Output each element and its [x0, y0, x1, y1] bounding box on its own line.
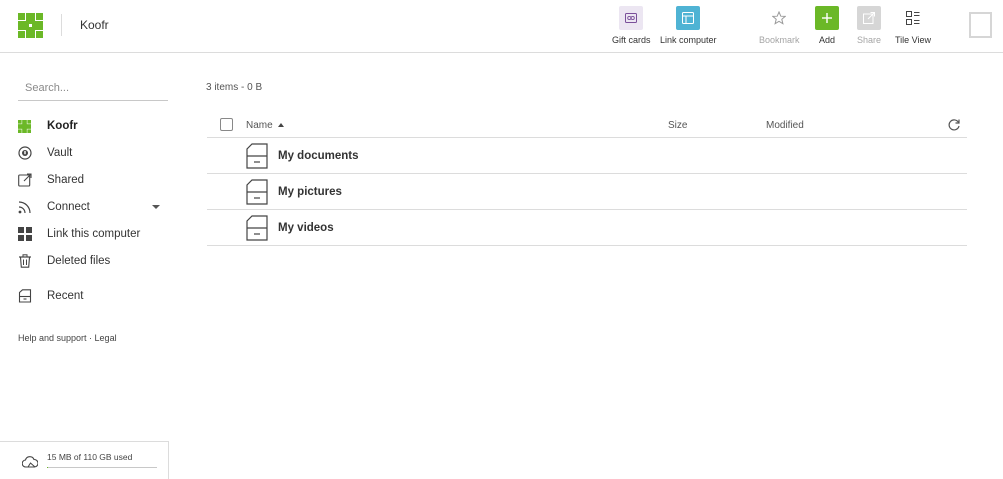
- column-name-label: Name: [246, 120, 273, 131]
- file-name[interactable]: My pictures: [278, 186, 342, 198]
- computer-icon: [676, 6, 701, 30]
- sort-ascending-icon: [277, 123, 284, 128]
- sidebar-item-link-this-computer[interactable]: Link this computer: [18, 223, 168, 245]
- plus-icon: [815, 6, 839, 30]
- share-label: Share: [857, 35, 882, 45]
- share-icon: [857, 6, 882, 30]
- sidebar-item-label: Vault: [47, 147, 73, 159]
- koofr-logo-icon: [18, 115, 40, 137]
- file-list: Name Size Modified My documents My pictu…: [207, 113, 967, 246]
- column-name[interactable]: Name: [246, 120, 284, 131]
- help-and-support-link[interactable]: Help and support: [18, 333, 87, 343]
- koofr-logo-icon[interactable]: [18, 13, 43, 38]
- storage-progress-bar: [47, 467, 157, 468]
- gift-cards-label: Gift cards: [612, 35, 651, 45]
- header-divider: [61, 14, 62, 36]
- refresh-icon[interactable]: [947, 118, 961, 132]
- folder-icon: [246, 215, 268, 241]
- file-list-header: Name Size Modified: [207, 113, 967, 138]
- add-label: Add: [818, 35, 835, 45]
- tile-view-icon: [901, 6, 925, 30]
- sidebar-item-koofr[interactable]: Koofr: [18, 115, 168, 137]
- storage-progress-fill: [47, 467, 48, 468]
- sidebar-item-label: Recent: [47, 290, 84, 302]
- tile-view-label: Tile View: [895, 35, 932, 45]
- help-links: Help and support · Legal: [18, 333, 117, 343]
- link-separator: ·: [86, 333, 95, 343]
- link-computer-label: Link computer: [660, 35, 717, 45]
- sidebar-item-vault[interactable]: Vault: [18, 142, 168, 164]
- tile-view-button[interactable]: Tile View: [895, 6, 931, 50]
- search-input[interactable]: [18, 76, 168, 101]
- sidebar-item-label: Connect: [47, 201, 90, 213]
- sidebar-item-connect[interactable]: Connect: [18, 196, 168, 218]
- sidebar-item-label: Shared: [47, 174, 85, 186]
- rss-icon: [18, 196, 40, 218]
- cloud-icon: [22, 456, 38, 468]
- add-button[interactable]: Add: [815, 6, 839, 50]
- bookmark-label: Bookmark: [759, 35, 800, 45]
- file-name[interactable]: My videos: [278, 222, 334, 234]
- sidebar-item-label: Deleted files: [47, 255, 111, 267]
- sidebar-item-recent[interactable]: Recent: [18, 285, 168, 307]
- items-summary: 3 items - 0 B: [206, 82, 263, 93]
- table-row[interactable]: My pictures: [207, 174, 967, 210]
- folder-icon: [246, 143, 268, 169]
- storage-text: 15 MB of 110 GB used: [47, 452, 133, 462]
- avatar[interactable]: [969, 12, 992, 38]
- sidebar-item-label: Koofr: [47, 120, 78, 132]
- top-bar: Koofr Gift cards Link computer Bookmark …: [0, 0, 1003, 53]
- column-size[interactable]: Size: [668, 120, 687, 131]
- table-row[interactable]: My documents: [207, 138, 967, 174]
- legal-link[interactable]: Legal: [95, 333, 117, 343]
- grid-icon: [18, 223, 40, 245]
- column-modified[interactable]: Modified: [766, 120, 804, 131]
- sidebar-item-label: Link this computer: [47, 228, 141, 240]
- recent-icon: [18, 285, 40, 307]
- storage-usage: 15 MB of 110 GB used: [0, 441, 169, 479]
- select-all-checkbox[interactable]: [220, 118, 233, 131]
- gift-cards-button[interactable]: Gift cards: [612, 6, 651, 50]
- gift-card-icon: [619, 6, 644, 30]
- table-row[interactable]: My videos: [207, 210, 967, 246]
- trash-icon: [18, 250, 40, 272]
- share-button[interactable]: Share: [857, 6, 881, 50]
- app-title: Koofr: [80, 18, 109, 32]
- link-computer-button[interactable]: Link computer: [660, 6, 717, 50]
- star-icon: [767, 6, 791, 30]
- chevron-down-icon[interactable]: [152, 205, 160, 209]
- folder-icon: [246, 179, 268, 205]
- file-name[interactable]: My documents: [278, 150, 359, 162]
- bookmark-button[interactable]: Bookmark: [759, 6, 800, 50]
- vault-icon: [18, 142, 40, 164]
- sidebar-item-shared[interactable]: Shared: [18, 169, 168, 191]
- sidebar-item-deleted-files[interactable]: Deleted files: [18, 250, 168, 272]
- share-icon: [18, 169, 40, 191]
